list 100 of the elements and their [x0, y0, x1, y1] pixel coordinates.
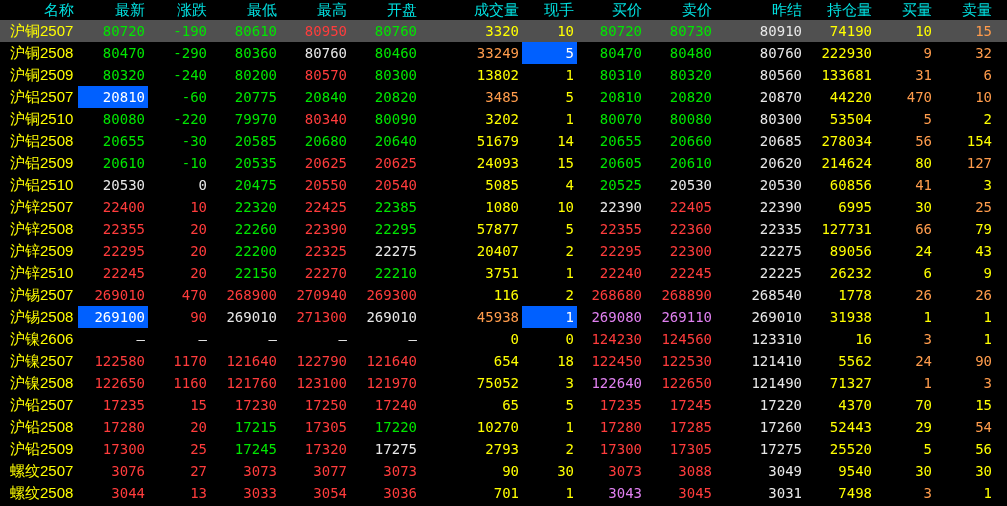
- column-header[interactable]: 最低: [210, 0, 280, 20]
- table-row[interactable]: 沪铜2510 80080 -220 79970 80340 80090 3202 1 80070 80080 80300 53504 5 2: [0, 108, 1007, 130]
- table-row[interactable]: 沪镍2508 122650 1160 121760 123100 121970 75052 3 122640 122650 121490 71327 1 3: [0, 372, 1007, 394]
- table-row[interactable]: 沪锡2507 269010 470 268900 270940 269300 116 2 268680 268890 268540 1778 26 26: [0, 284, 1007, 306]
- table-cell-text: 65: [501, 396, 520, 415]
- column-header[interactable]: 最高: [280, 0, 350, 20]
- table-row[interactable]: 沪铜2507 80720 -190 80610 80950 80760 3320 10 80720 80730 80910 74190 10 15: [0, 20, 1007, 42]
- contract-name: 沪镍2606: [9, 329, 75, 349]
- column-header[interactable]: 昨结: [715, 0, 805, 20]
- table-row[interactable]: 沪铝2509 20610 -10 20535 20625 20625 24093 15 20605 20610 20620 214624 80 127: [0, 152, 1007, 174]
- table-cell-text: 268900: [225, 286, 278, 305]
- table-cell-text: 13802: [475, 66, 520, 85]
- table-cell-text: 79970: [233, 110, 278, 129]
- table-cell-text: 10270: [475, 418, 520, 437]
- column-header[interactable]: 卖价: [645, 0, 715, 20]
- table-row[interactable]: 沪铝2508 20655 -30 20585 20680 20640 51679 14 20655 20660 20685 278034 56 154: [0, 130, 1007, 152]
- table-row[interactable]: 沪镍2507 122580 1170 121640 122790 121640 654 18 122450 122530 121410 5562 24 90: [0, 350, 1007, 372]
- contract-name: 沪铅2509: [9, 439, 75, 459]
- table-row[interactable]: 沪镍2606 — — — — — 0 0 124230 124560 123310 16 3 1: [0, 328, 1007, 350]
- table-cell-text: 80080: [101, 110, 146, 129]
- table-cell-text: 24: [914, 352, 933, 371]
- table-cell-text: 15: [974, 22, 993, 41]
- table-cell-text: 9: [922, 44, 933, 63]
- table-cell-text: 3: [922, 330, 933, 349]
- table-row[interactable]: 沪铝2507 20810 -60 20775 20840 20820 3485 5 20810 20820 20870 44220 470 10: [0, 86, 1007, 108]
- table-cell-text: 25: [189, 440, 208, 459]
- table-row[interactable]: 沪铅2509 17300 25 17245 17320 17275 2793 2 17300 17305 17275 25520 5 56: [0, 438, 1007, 460]
- contract-name: 沪锡2507: [9, 285, 75, 305]
- table-cell-text: 654: [492, 352, 520, 371]
- table-cell-text: 60856: [828, 176, 873, 195]
- column-header[interactable]: 名称: [0, 0, 78, 20]
- table-cell-text: 3076: [110, 462, 146, 481]
- table-cell-text: 20605: [598, 154, 643, 173]
- table-cell-text: 30: [974, 462, 993, 481]
- table-cell-text: 80310: [598, 66, 643, 85]
- column-header[interactable]: 持仓量: [805, 0, 875, 20]
- table-row[interactable]: 沪锌2507 22400 10 22320 22425 22385 1080 10 22390 22405 22390 6995 30 25: [0, 196, 1007, 218]
- table-cell-text: 6: [922, 264, 933, 283]
- table-cell-text: 20530: [101, 176, 146, 195]
- table-cell-text: 3073: [607, 462, 643, 481]
- table-cell-text: 53504: [828, 110, 873, 129]
- table-row[interactable]: 沪铜2509 80320 -240 80200 80570 80300 13802 1 80310 80320 80560 133681 31 6: [0, 64, 1007, 86]
- table-row[interactable]: 螺纹2508 3044 13 3033 3054 3036 701 1 3043 3045 3031 7498 3 1: [0, 482, 1007, 504]
- table-row[interactable]: 螺纹2507 3076 27 3073 3077 3073 90 30 3073 3088 3049 9540 30 30: [0, 460, 1007, 482]
- table-row[interactable]: 沪锌2509 22295 20 22200 22325 22275 20407 2 22295 22300 22275 89056 24 43: [0, 240, 1007, 262]
- table-cell-text: 124230: [590, 330, 643, 349]
- table-cell-text: 269080: [590, 308, 643, 327]
- contract-name: 沪铝2509: [9, 153, 75, 173]
- column-header[interactable]: 卖量: [935, 0, 995, 20]
- table-row[interactable]: 沪铅2507 17235 15 17230 17250 17240 65 5 17235 17245 17220 4370 70 15: [0, 394, 1007, 416]
- contract-name: 沪铜2510: [9, 109, 75, 129]
- table-cell-text: 17305: [303, 418, 348, 437]
- table-cell-text: 4: [564, 176, 575, 195]
- table-cell-text: 127: [965, 154, 993, 173]
- table-cell-text: 5: [922, 110, 933, 129]
- table-row[interactable]: 沪锌2508 22355 20 22260 22390 22295 57877 5 22355 22360 22335 127731 66 79: [0, 218, 1007, 240]
- table-cell-text: -290: [172, 44, 208, 63]
- column-header[interactable]: 现手: [522, 0, 577, 20]
- table-cell-text: 6995: [837, 198, 873, 217]
- column-header[interactable]: 买价: [577, 0, 645, 20]
- column-header[interactable]: 买量: [875, 0, 935, 20]
- table-cell-text: 123310: [750, 330, 803, 349]
- table-cell-text: 3485: [484, 88, 520, 107]
- table-cell-text: 41: [914, 176, 933, 195]
- table-cell-text: 17245: [233, 440, 278, 459]
- contract-name: 沪镍2508: [9, 373, 75, 393]
- table-cell-text: 16: [854, 330, 873, 349]
- table-cell-text: 15: [974, 396, 993, 415]
- table-cell-text: 80760: [303, 44, 348, 63]
- table-cell-text: 80760: [373, 22, 418, 41]
- table-cell-text: 52443: [828, 418, 873, 437]
- table-cell-text: 3031: [767, 484, 803, 503]
- table-row[interactable]: 沪铅2508 17280 20 17215 17305 17220 10270 1 17280 17285 17260 52443 29 54: [0, 416, 1007, 438]
- table-cell-text: 22335: [758, 220, 803, 239]
- column-header[interactable]: 涨跌: [148, 0, 210, 20]
- table-cell-text: 3: [922, 484, 933, 503]
- table-cell-text: 9540: [837, 462, 873, 481]
- table-cell-text: —: [135, 330, 146, 349]
- table-cell-text: 17230: [233, 396, 278, 415]
- table-cell-text: 22385: [373, 198, 418, 217]
- table-row[interactable]: 沪锡2508 269100 90 269010 271300 269010 45938 1 269080 269110 269010 31938 1 1: [0, 306, 1007, 328]
- column-header[interactable]: 成交量: [420, 0, 522, 20]
- table-cell-text: 45938: [475, 308, 520, 327]
- table-cell-text: 3320: [484, 22, 520, 41]
- table-cell-text: 22325: [303, 242, 348, 261]
- table-cell-text: 22150: [233, 264, 278, 283]
- table-cell-text: 1170: [172, 352, 208, 371]
- table-row[interactable]: 沪铜2508 80470 -290 80360 80760 80460 33249 5 80470 80480 80760 222930 9 32: [0, 42, 1007, 64]
- table-cell-text: 17235: [101, 396, 146, 415]
- table-row[interactable]: 沪铝2510 20530 0 20475 20550 20540 5085 4 20525 20530 20530 60856 41 3: [0, 174, 1007, 196]
- column-header[interactable]: 最新: [78, 0, 148, 20]
- table-cell-text: 22390: [598, 198, 643, 217]
- table-cell-text: 80470: [598, 44, 643, 63]
- contract-name: 沪铝2508: [9, 131, 75, 151]
- table-cell-text: 122790: [295, 352, 348, 371]
- table-cell-text: 268890: [660, 286, 713, 305]
- column-header[interactable]: 开盘: [350, 0, 420, 20]
- table-row[interactable]: 沪锌2510 22245 20 22150 22270 22210 3751 1 22240 22245 22225 26232 6 9: [0, 262, 1007, 284]
- table-cell-text: 10: [556, 22, 575, 41]
- table-cell-text: 26: [974, 286, 993, 305]
